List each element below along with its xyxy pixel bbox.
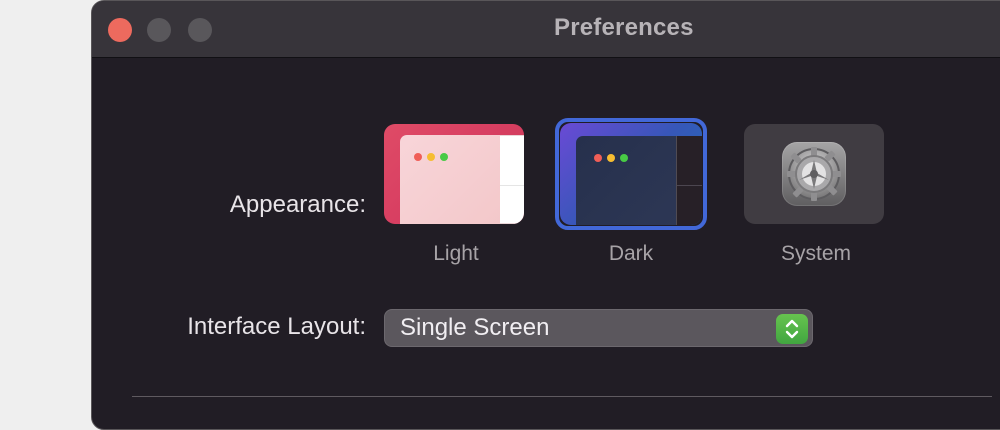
preview-zoom-dot: [440, 153, 448, 161]
window-titlebar: Preferences: [92, 1, 1000, 58]
dark-preview-sidebar: [676, 136, 702, 225]
window-title: Preferences: [554, 14, 694, 41]
dark-preview-window-controls: [594, 154, 628, 162]
dark-theme-preview[interactable]: [560, 123, 702, 225]
appearance-label: Appearance:: [229, 191, 366, 218]
dark-preview-window: [576, 136, 676, 225]
interface-layout-select[interactable]: Single Screen: [384, 309, 813, 347]
light-preview-sidebar: [500, 135, 524, 224]
preview-zoom-dot: [620, 154, 628, 162]
interface-layout-value: Single Screen: [400, 314, 550, 341]
appearance-option-label: Light: [433, 242, 479, 265]
zoom-button[interactable]: [188, 18, 212, 42]
up-down-stepper-icon[interactable]: [776, 314, 808, 344]
preferences-window: Preferences Appearance: Light Dark Syste…: [91, 0, 1000, 430]
appearance-option-system[interactable]: System: [740, 118, 892, 272]
system-theme-preview[interactable]: [744, 124, 884, 224]
appearance-option-label: System: [780, 242, 851, 265]
bottom-divider: [132, 396, 992, 397]
gear-icon: [782, 142, 846, 206]
light-preview-window-controls: [414, 153, 448, 161]
light-preview-window: [400, 135, 500, 224]
preview-minimize-dot: [427, 153, 435, 161]
minimize-button[interactable]: [147, 18, 171, 42]
interface-layout-label: Interface Layout:: [187, 313, 366, 340]
preview-close-dot: [594, 154, 602, 162]
appearance-option-light[interactable]: Light: [380, 118, 532, 272]
preview-close-dot: [414, 153, 422, 161]
appearance-option-dark[interactable]: Dark: [555, 118, 707, 272]
light-theme-preview[interactable]: [384, 124, 524, 224]
appearance-option-label: Dark: [608, 242, 654, 265]
close-button[interactable]: [108, 18, 132, 42]
preview-minimize-dot: [607, 154, 615, 162]
